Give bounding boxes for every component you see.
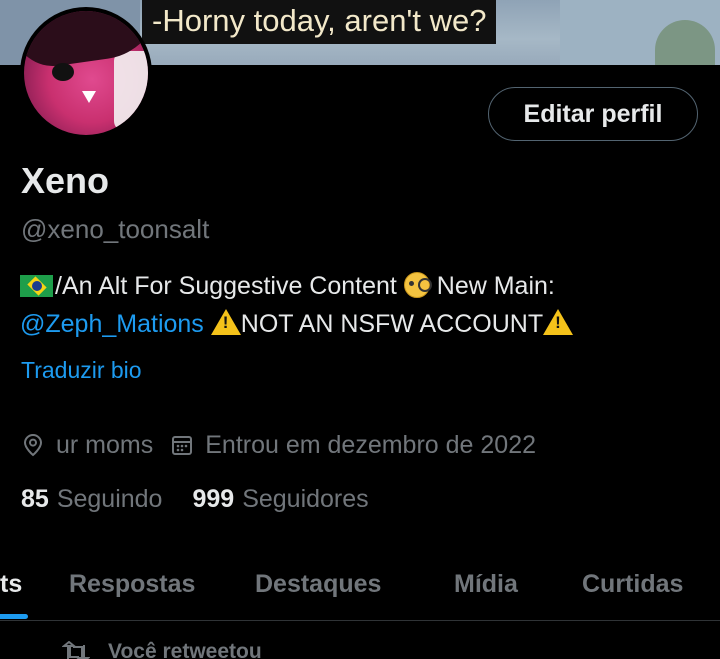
calendar-icon [172,436,193,455]
location-item: ur moms [22,431,153,460]
active-tab-indicator [0,614,28,619]
profile-tabs: ts Respostas Destaques Mídia Curtidas [0,560,720,622]
avatar[interactable] [20,7,152,139]
tab-posts[interactable]: ts [0,570,22,599]
edit-profile-button[interactable]: Editar perfil [488,87,698,141]
flag-brazil-icon [20,275,53,297]
retweet-label: Você retweetou [108,640,262,659]
tab-replies[interactable]: Respostas [69,570,195,599]
follow-stats: 85 Seguindo 999 Seguidores [21,485,399,514]
profile-meta: ur moms Entrou em dezembro de 2022 [22,428,554,462]
tab-likes[interactable]: Curtidas [582,570,683,599]
following-link[interactable]: 85 Seguindo [21,485,162,514]
bio-mention-link[interactable]: @Zeph_Mations [20,310,204,338]
tab-media[interactable]: Mídia [454,570,518,599]
followers-count: 999 [192,485,235,513]
retweet-context: Você retweetou [62,640,262,659]
avatar-image [24,11,148,135]
tab-highlights[interactable]: Destaques [255,570,381,599]
joined-item: Entrou em dezembro de 2022 [171,431,536,460]
bio-text: /An Alt For Suggestive Content [55,272,404,300]
divider [0,620,720,621]
monocle-face-icon [403,272,432,298]
location-icon [23,433,43,457]
bio-text: New Main: [429,272,555,300]
profile-bio: /An Alt For Suggestive Content New Main:… [20,267,700,343]
retweet-icon [62,641,90,659]
bio-text: NOT AN NSFW ACCOUNT [240,310,544,338]
following-count: 85 [21,485,49,513]
profile-name: Xeno [21,160,110,201]
translate-bio-link[interactable]: Traduzir bio [21,357,142,384]
following-label: Seguindo [56,485,163,513]
warning-icon [210,309,241,335]
banner-caption: -Horny today, aren't we? [142,0,497,44]
joined-text: Entrou em dezembro de 2022 [205,430,536,459]
followers-link[interactable]: 999 Seguidores [192,485,368,514]
warning-icon [543,309,574,335]
followers-label: Seguidores [242,485,369,513]
location-text: ur moms [56,430,154,459]
profile-handle: @xeno_toonsalt [21,214,210,244]
